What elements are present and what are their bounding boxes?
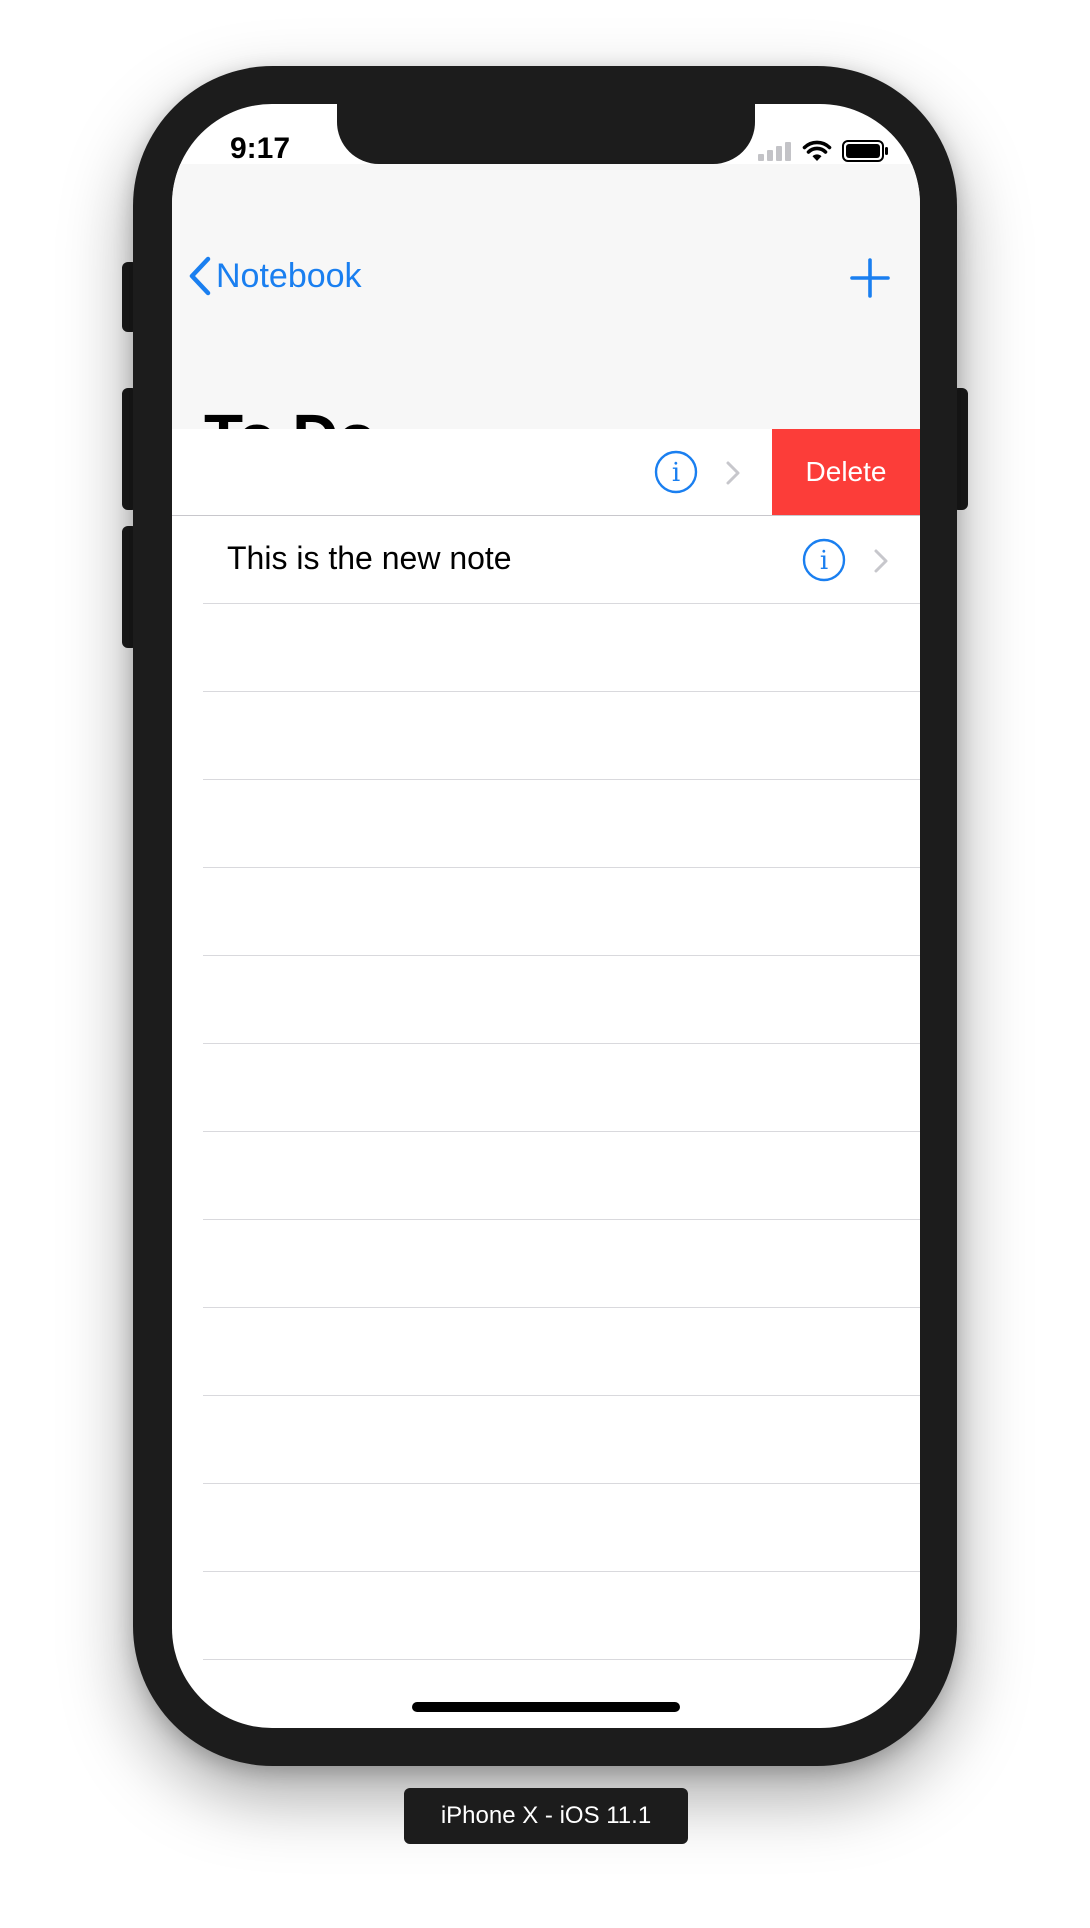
chevron-left-icon xyxy=(189,256,211,296)
row-separator xyxy=(203,1043,920,1044)
chevron-right-icon xyxy=(874,549,888,573)
svg-text:i: i xyxy=(820,546,828,576)
delete-button[interactable]: Delete xyxy=(772,429,920,515)
table-row-swiped[interactable]: i Delete xyxy=(172,429,920,515)
row-separator xyxy=(203,867,920,868)
row-separator xyxy=(203,779,920,780)
row-separator xyxy=(203,1307,920,1308)
wifi-icon xyxy=(802,140,832,161)
svg-text:i: i xyxy=(672,458,680,488)
row-separator xyxy=(203,1395,920,1396)
note-title: This is the new note xyxy=(227,540,512,576)
row-separator xyxy=(203,603,920,604)
info-icon[interactable]: i xyxy=(654,450,698,494)
back-button-label: Notebook xyxy=(216,256,362,295)
table-row[interactable]: This is the new note i xyxy=(172,516,920,603)
cellular-signal-icon xyxy=(758,142,791,161)
status-time: 9:17 xyxy=(230,132,291,165)
device-screen: 9:17 Notebook To Do xyxy=(172,104,920,1728)
row-separator xyxy=(203,955,920,956)
row-separator xyxy=(203,691,920,692)
row-separator xyxy=(203,1219,920,1220)
status-icons xyxy=(758,140,888,162)
row-separator xyxy=(203,1571,920,1572)
info-icon[interactable]: i xyxy=(802,538,846,582)
notch xyxy=(337,104,755,164)
row-separator xyxy=(203,1131,920,1132)
battery-icon xyxy=(842,140,888,162)
back-button[interactable]: Notebook xyxy=(188,256,362,296)
row-separator xyxy=(203,1659,920,1660)
home-indicator[interactable] xyxy=(412,1702,680,1712)
chevron-right-icon xyxy=(726,461,740,485)
row-separator xyxy=(203,1483,920,1484)
plus-icon[interactable] xyxy=(848,256,892,300)
device-label: iPhone X - iOS 11.1 xyxy=(404,1788,688,1844)
